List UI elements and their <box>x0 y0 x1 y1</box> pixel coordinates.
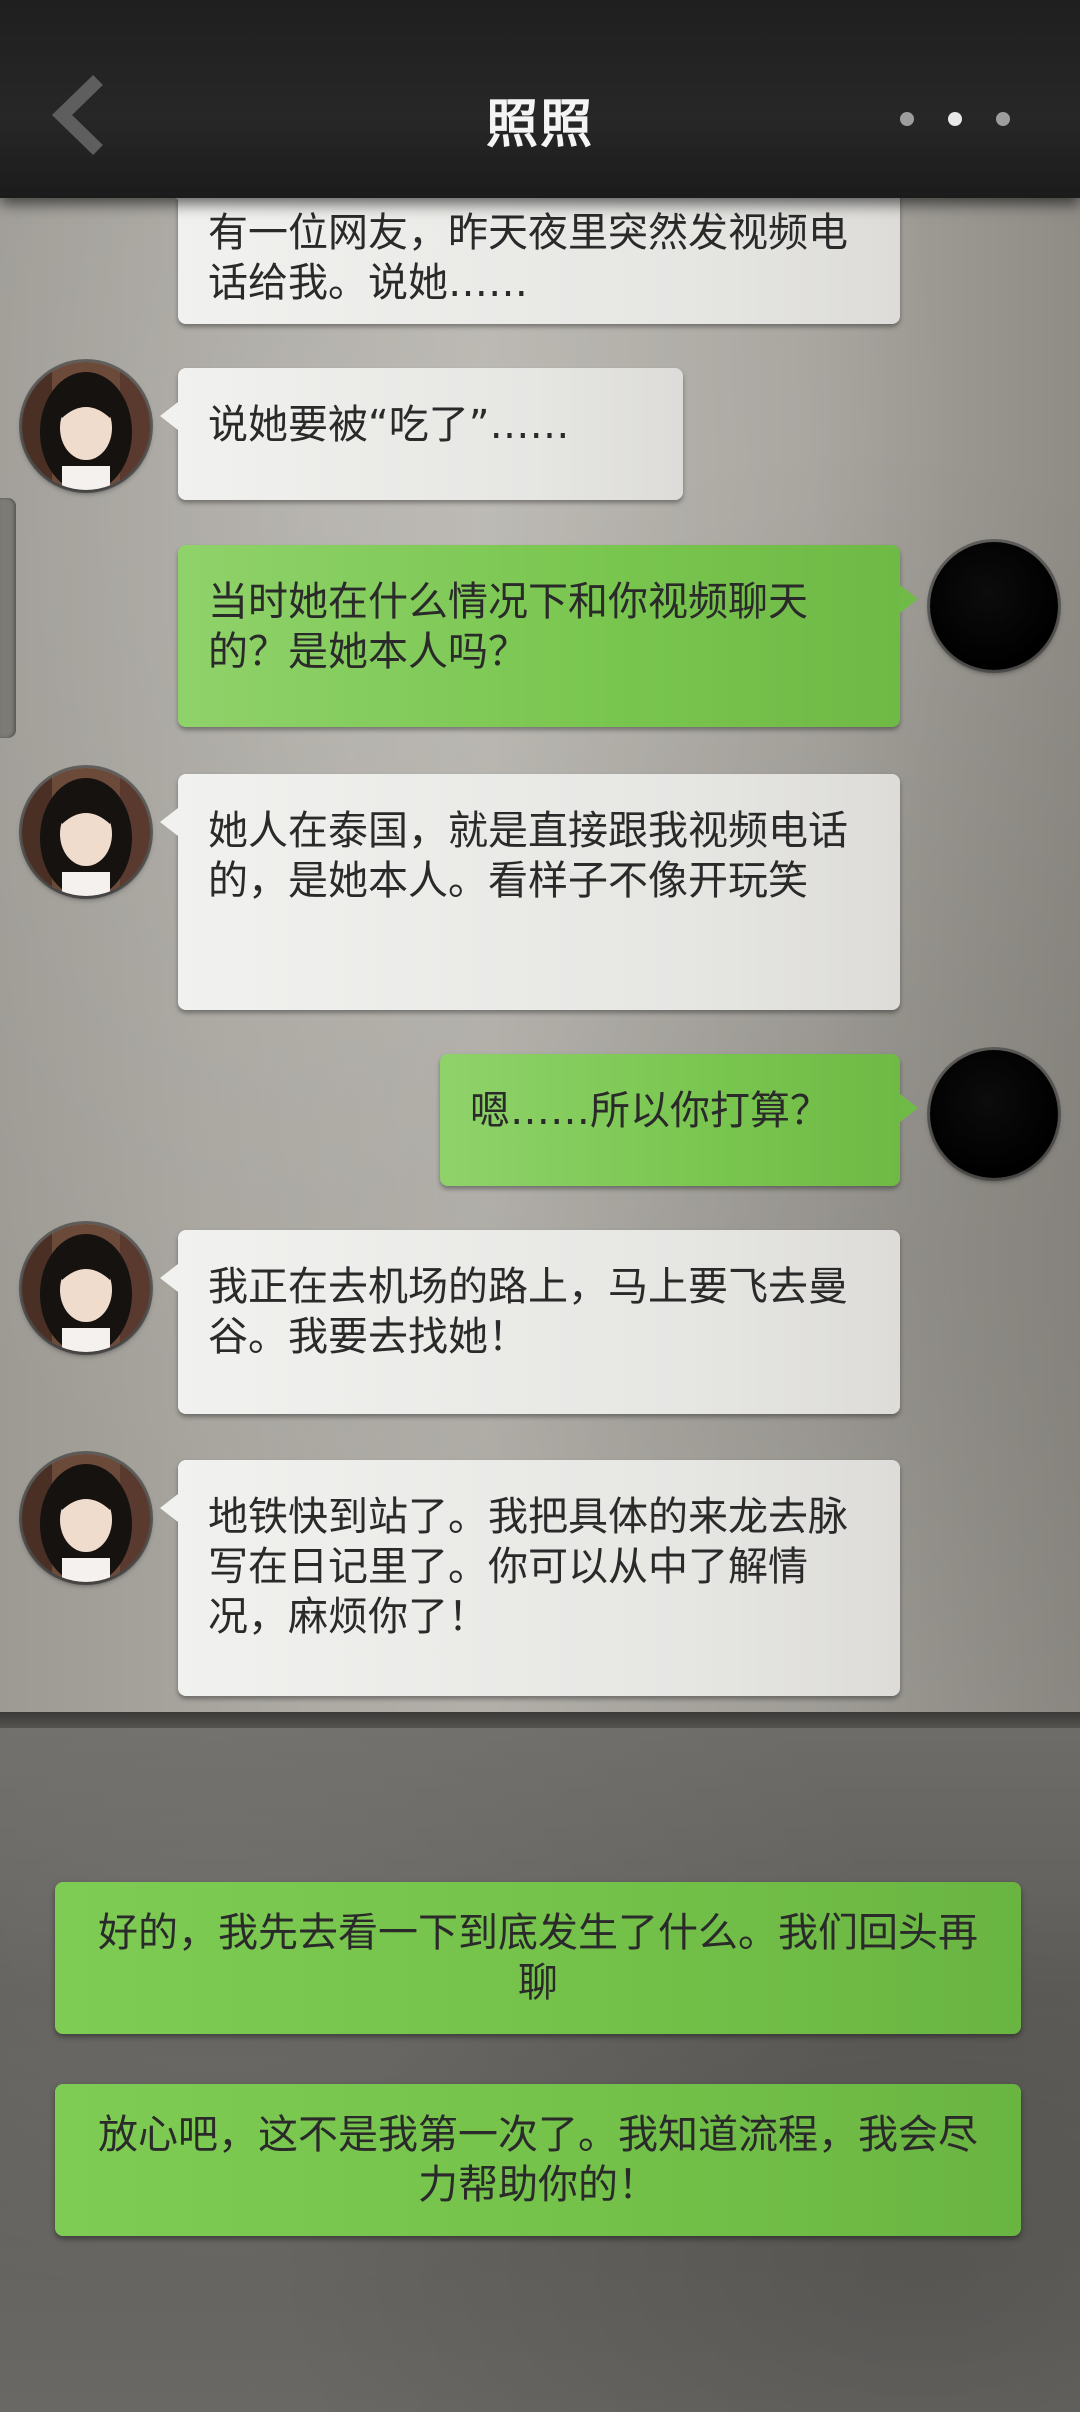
self-avatar[interactable] <box>930 542 1058 670</box>
contact-avatar-icon <box>22 1454 150 1582</box>
message-text: 她人在泰国，就是直接跟我视频电话的，是她本人。看样子不像开玩笑 <box>208 808 848 904</box>
contact-avatar-icon <box>22 1224 150 1352</box>
message-bubble-incoming: 她人在泰国，就是直接跟我视频电话的，是她本人。看样子不像开玩笑 <box>160 774 900 1010</box>
reply-option-button[interactable]: 放心吧，这不是我第一次了。我知道流程，我会尽力帮助你的！ <box>55 2084 1021 2236</box>
reply-option-button[interactable]: 好的，我先去看一下到底发生了什么。我们回头再聊 <box>55 1882 1021 2034</box>
message-text: 有一位网友，昨天夜里突然发视频电话给我。说她…… <box>208 210 848 306</box>
message-bubble-incoming: 说她要被“吃了”…… <box>160 368 683 500</box>
top-bar: 照照 <box>0 0 1080 198</box>
contact-avatar-icon <box>22 768 150 896</box>
message-bubble-incoming: 有一位网友，昨天夜里突然发视频电话给我。说她…… <box>160 198 900 324</box>
message-bubble-incoming: 我正在去机场的路上，马上要飞去曼谷。我要去找她！ <box>160 1230 900 1414</box>
message-text: 地铁快到站了。我把具体的来龙去脉写在日记里了。你可以从中了解情况，麻烦你了！ <box>208 1494 848 1640</box>
more-dots-icon <box>996 112 1010 126</box>
message-text: 当时她在什么情况下和你视频聊天的？是她本人吗？ <box>208 579 808 675</box>
self-avatar[interactable] <box>930 1050 1058 1178</box>
message-text: 我正在去机场的路上，马上要飞去曼谷。我要去找她！ <box>208 1264 848 1360</box>
more-button[interactable] <box>900 105 1010 133</box>
chat-history[interactable]: 有一位网友，昨天夜里突然发视频电话给我。说她…… 说她要被“吃了”…… 当时她在… <box>0 198 1080 1712</box>
contact-avatar[interactable] <box>22 1224 150 1352</box>
reply-options-panel: 好的，我先去看一下到底发生了什么。我们回头再聊 放心吧，这不是我第一次了。我知道… <box>0 1712 1080 2412</box>
message-text: 说她要被“吃了”…… <box>208 402 570 448</box>
contact-avatar[interactable] <box>22 768 150 896</box>
message-text: 嗯……所以你打算？ <box>470 1088 830 1134</box>
side-drawer-handle[interactable] <box>0 498 16 738</box>
message-bubble-outgoing: 嗯……所以你打算？ <box>440 1054 918 1186</box>
more-dots-icon <box>900 112 914 126</box>
contact-avatar-icon <box>22 362 150 490</box>
reply-option-text: 好的，我先去看一下到底发生了什么。我们回头再聊 <box>98 1910 978 2006</box>
message-bubble-outgoing: 当时她在什么情况下和你视频聊天的？是她本人吗？ <box>178 545 918 727</box>
reply-option-text: 放心吧，这不是我第一次了。我知道流程，我会尽力帮助你的！ <box>98 2112 978 2208</box>
contact-avatar[interactable] <box>22 362 150 490</box>
contact-avatar[interactable] <box>22 1454 150 1582</box>
message-bubble-incoming: 地铁快到站了。我把具体的来龙去脉写在日记里了。你可以从中了解情况，麻烦你了！ <box>160 1460 900 1696</box>
more-dots-icon <box>948 112 962 126</box>
